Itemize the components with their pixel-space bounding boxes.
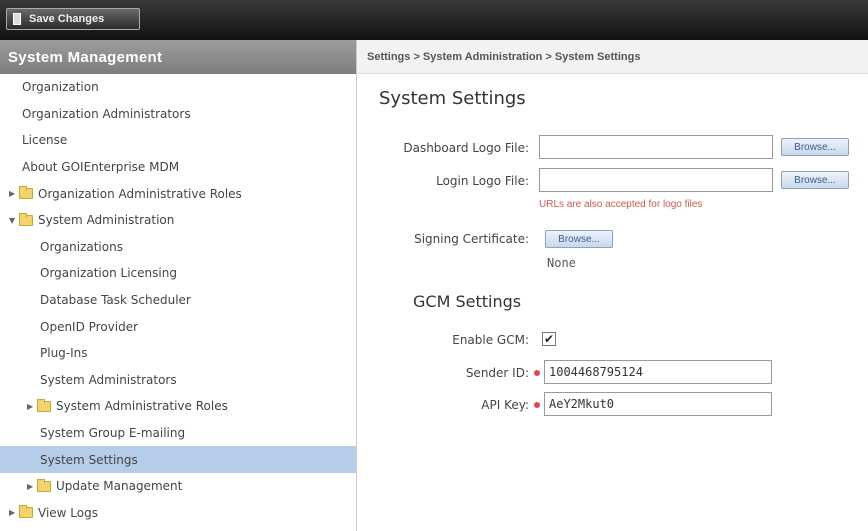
sidebar-item[interactable]: System Administrators	[0, 367, 356, 394]
sidebar-item-label: Update Management	[56, 479, 183, 494]
sidebar-item-label: About GOIEnterprise MDM	[22, 160, 180, 175]
folder-icon	[19, 186, 33, 200]
signing-certificate-value: None	[547, 256, 576, 270]
gcm-settings-title: GCM Settings	[413, 292, 522, 311]
chevron-right-icon[interactable]: ▶	[27, 482, 37, 491]
sidebar-item[interactable]: License	[0, 127, 356, 154]
signing-certificate-browse-button[interactable]: Browse...	[545, 230, 613, 248]
sidebar-item-label: System Administration	[38, 213, 175, 228]
login-logo-label: Login Logo File:	[436, 174, 529, 188]
chevron-right-icon[interactable]: ▶	[9, 189, 19, 198]
sidebar-item[interactable]: Plug-Ins	[0, 340, 356, 367]
api-key-label: API Key:	[481, 398, 529, 412]
folder-icon	[37, 398, 51, 412]
folder-icon	[19, 505, 33, 519]
sidebar-item-label: Plug-Ins	[40, 346, 88, 361]
logo-url-hint: URLs are also accepted for logo files	[539, 199, 703, 210]
sidebar-title: System Management	[0, 40, 356, 74]
sidebar-item-label: System Group E-mailing	[40, 426, 186, 441]
sender-id-field[interactable]: 1004468795124	[544, 360, 772, 384]
sidebar-item-label: Database Task Scheduler	[40, 293, 191, 308]
signing-certificate-label: Signing Certificate:	[414, 232, 529, 246]
dashboard-logo-label: Dashboard Logo File:	[403, 141, 529, 155]
page-title: System Settings	[379, 88, 526, 109]
sidebar-item-label: Organization Administrators	[22, 106, 191, 121]
sidebar-item-label: System Administrators	[40, 372, 177, 387]
chevron-right-icon[interactable]: ▶	[27, 402, 37, 411]
folder-icon	[19, 212, 33, 226]
save-changes-button[interactable]: Save Changes	[6, 8, 140, 30]
sidebar-item[interactable]: ▶ Update Management	[0, 473, 356, 500]
sidebar-item[interactable]: ▶ Organization Administrative Roles	[0, 180, 356, 207]
sidebar-item[interactable]: ▶ System Administrative Roles	[0, 393, 356, 420]
sidebar-item[interactable]: Organization Administrators	[0, 101, 356, 128]
top-toolbar: Save Changes	[0, 0, 868, 40]
folder-icon	[37, 478, 51, 492]
dashboard-logo-field[interactable]	[539, 135, 773, 159]
save-disk-icon	[13, 13, 21, 25]
sidebar-item[interactable]: Database Task Scheduler	[0, 287, 356, 314]
sidebar-item-label: Organization Administrative Roles	[38, 186, 242, 201]
sidebar-item[interactable]: System Settings	[0, 446, 356, 473]
sidebar-item[interactable]: ▼ System Administration	[0, 207, 356, 234]
chevron-down-icon[interactable]: ▼	[9, 216, 19, 225]
enable-gcm-checkbox[interactable]: ✔	[542, 332, 556, 346]
required-indicator-icon	[534, 402, 540, 408]
required-indicator-icon	[534, 370, 540, 376]
sidebar-item-label: Organization Licensing	[40, 266, 177, 281]
enable-gcm-label: Enable GCM:	[452, 333, 529, 347]
sidebar-item[interactable]: System Group E-mailing	[0, 420, 356, 447]
sidebar-nav: Organization Organization Administrators L…	[0, 74, 356, 526]
sidebar-item[interactable]: Organizations	[0, 234, 356, 261]
sidebar-item-label: System Settings	[40, 452, 138, 467]
sidebar-item-label: OpenID Provider	[40, 319, 139, 334]
sidebar-item[interactable]: Organization	[0, 74, 356, 101]
login-logo-browse-button[interactable]: Browse...	[781, 171, 849, 189]
sidebar-item-label: View Logs	[38, 505, 98, 520]
main-content: Settings > System Administration > Syste…	[357, 40, 868, 531]
login-logo-field[interactable]	[539, 168, 773, 192]
sidebar-item[interactable]: About GOIEnterprise MDM	[0, 154, 356, 181]
sidebar-item-label: System Administrative Roles	[56, 399, 228, 414]
sidebar-item-label: License	[22, 133, 68, 148]
sidebar-item[interactable]: OpenID Provider	[0, 313, 356, 340]
breadcrumb: Settings > System Administration > Syste…	[357, 40, 868, 74]
sidebar-item[interactable]: ▶ View Logs	[0, 500, 356, 527]
chevron-right-icon[interactable]: ▶	[9, 508, 19, 517]
api-key-field[interactable]: AeY2Mkut0	[544, 392, 772, 416]
sidebar: System Management Organization Organizati…	[0, 40, 357, 531]
sidebar-item-label: Organizations	[40, 239, 123, 254]
sidebar-item[interactable]: Organization Licensing	[0, 260, 356, 287]
sender-id-label: Sender ID:	[465, 366, 529, 380]
save-changes-label: Save Changes	[29, 13, 105, 25]
dashboard-logo-browse-button[interactable]: Browse...	[781, 138, 849, 156]
sidebar-item-label: Organization	[22, 80, 99, 95]
